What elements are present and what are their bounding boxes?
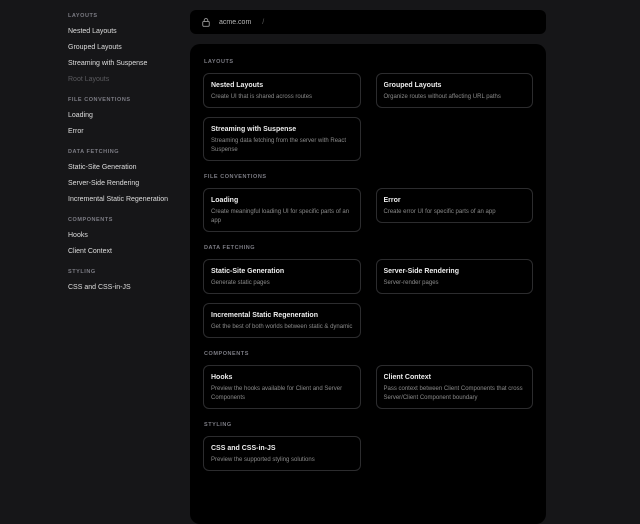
sidebar-section-label: DATA FETCHING	[68, 144, 186, 160]
section-label: COMPONENTS	[204, 350, 532, 359]
card-title: Client Context	[384, 372, 526, 383]
card-title: Hooks	[211, 372, 353, 383]
sidebar-item-grouped-layouts[interactable]: Grouped Layouts	[68, 40, 186, 56]
card-title: Incremental Static Regeneration	[211, 310, 353, 321]
card-title: Nested Layouts	[211, 80, 353, 91]
sidebar-section-styling: STYLINGCSS and CSS-in-JS	[68, 264, 186, 296]
card-section-file-conventions: FILE CONVENTIONS Loading Create meaningful…	[203, 173, 533, 232]
card-grid: Hooks Preview the hooks available for Cli…	[203, 365, 533, 409]
card-css-and-css-in-js[interactable]: CSS and CSS-in-JS Preview the supported s…	[203, 436, 361, 471]
card-grid: CSS and CSS-in-JS Preview the supported s…	[203, 436, 533, 471]
sidebar-section-label: COMPONENTS	[68, 212, 186, 228]
card-client-context[interactable]: Client Context Pass context between Clien…	[376, 365, 534, 409]
sidebar-section-components: COMPONENTSHooksClient Context	[68, 212, 186, 260]
card-section-layouts: LAYOUTS Nested Layouts Create UI that is s…	[203, 58, 533, 161]
sidebar-section-label: LAYOUTS	[68, 8, 186, 24]
sidebar-item-css-and-css-in-js[interactable]: CSS and CSS-in-JS	[68, 280, 186, 296]
sidebar-section-file-conventions: FILE CONVENTIONSLoadingError	[68, 92, 186, 140]
sidebar-item-loading[interactable]: Loading	[68, 108, 186, 124]
section-label: LAYOUTS	[204, 58, 532, 67]
card-section-components: COMPONENTS Hooks Preview the hooks availab…	[203, 350, 533, 409]
card-description: Streaming data fetching from the server …	[211, 137, 353, 155]
sidebar-item-hooks[interactable]: Hooks	[68, 228, 186, 244]
sidebar: LAYOUTSNested LayoutsGrouped LayoutsStre…	[68, 8, 186, 296]
content-panel: LAYOUTS Nested Layouts Create UI that is s…	[190, 44, 546, 524]
card-static-site-generation[interactable]: Static-Site Generation Generate static pa…	[203, 259, 361, 294]
card-description: Create meaningful loading UI for specifi…	[211, 208, 353, 226]
card-description: Server-render pages	[384, 279, 526, 288]
card-error[interactable]: Error Create error UI for specific parts …	[376, 188, 534, 223]
card-description: Generate static pages	[211, 279, 353, 288]
sidebar-section-layouts: LAYOUTSNested LayoutsGrouped LayoutsStre…	[68, 8, 186, 88]
section-label: STYLING	[204, 421, 532, 430]
card-title: CSS and CSS-in-JS	[211, 443, 353, 454]
address-path: /	[262, 19, 264, 26]
card-description: Pass context between Client Components t…	[384, 385, 526, 403]
sidebar-section-label: STYLING	[68, 264, 186, 280]
card-grouped-layouts[interactable]: Grouped Layouts Organize routes without a…	[376, 73, 534, 108]
sidebar-item-nested-layouts[interactable]: Nested Layouts	[68, 24, 186, 40]
card-section-styling: STYLING CSS and CSS-in-JS Preview the supp…	[203, 421, 533, 471]
card-title: Loading	[211, 195, 353, 206]
address-bar[interactable]: acme.com /	[190, 10, 546, 34]
card-incremental-static-regeneration[interactable]: Incremental Static Regeneration Get the b…	[203, 303, 361, 338]
card-section-data-fetching: DATA FETCHING Static-Site Generation Gener…	[203, 244, 533, 338]
sidebar-section-data-fetching: DATA FETCHINGStatic-Site GenerationServe…	[68, 144, 186, 208]
sidebar-item-static-site-generation[interactable]: Static-Site Generation	[68, 160, 186, 176]
sidebar-item-root-layouts: Root Layouts	[68, 72, 186, 88]
card-title: Server-Side Rendering	[384, 266, 526, 277]
card-description: Get the best of both worlds between stat…	[211, 323, 353, 332]
card-description: Create UI that is shared across routes	[211, 93, 353, 102]
card-title: Grouped Layouts	[384, 80, 526, 91]
card-streaming-with-suspense[interactable]: Streaming with Suspense Streaming data fe…	[203, 117, 361, 161]
card-description: Preview the hooks available for Client a…	[211, 385, 353, 403]
card-grid: Nested Layouts Create UI that is shared a…	[203, 73, 533, 161]
sidebar-item-streaming-with-suspense[interactable]: Streaming with Suspense	[68, 56, 186, 72]
card-description: Organize routes without affecting URL pa…	[384, 93, 526, 102]
card-grid: Loading Create meaningful loading UI for …	[203, 188, 533, 232]
sidebar-item-client-context[interactable]: Client Context	[68, 244, 186, 260]
lock-icon	[202, 18, 210, 27]
card-server-side-rendering[interactable]: Server-Side Rendering Server-render pages	[376, 259, 534, 294]
sidebar-section-label: FILE CONVENTIONS	[68, 92, 186, 108]
card-loading[interactable]: Loading Create meaningful loading UI for …	[203, 188, 361, 232]
section-label: FILE CONVENTIONS	[204, 173, 532, 182]
card-hooks[interactable]: Hooks Preview the hooks available for Cli…	[203, 365, 361, 409]
card-title: Error	[384, 195, 526, 206]
card-grid: Static-Site Generation Generate static pa…	[203, 259, 533, 338]
card-title: Streaming with Suspense	[211, 124, 353, 135]
sidebar-item-server-side-rendering[interactable]: Server-Side Rendering	[68, 176, 186, 192]
sidebar-item-error[interactable]: Error	[68, 124, 186, 140]
section-label: DATA FETCHING	[204, 244, 532, 253]
card-description: Preview the supported styling solutions	[211, 456, 353, 465]
card-nested-layouts[interactable]: Nested Layouts Create UI that is shared a…	[203, 73, 361, 108]
sidebar-item-incremental-static-regeneration[interactable]: Incremental Static Regeneration	[68, 192, 186, 208]
card-title: Static-Site Generation	[211, 266, 353, 277]
address-domain: acme.com	[219, 19, 251, 26]
card-description: Create error UI for specific parts of an…	[384, 208, 526, 217]
